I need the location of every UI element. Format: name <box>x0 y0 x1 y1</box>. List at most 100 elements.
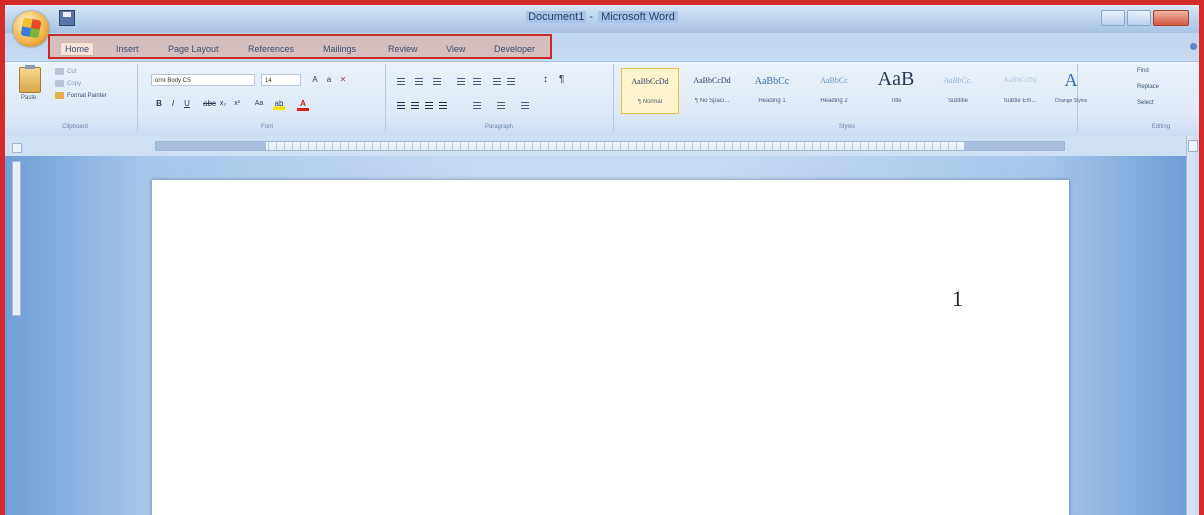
style-preview: AaBbCcDd <box>631 77 669 86</box>
align-left-icon[interactable] <box>395 100 407 110</box>
tab-developer[interactable]: Developer <box>494 44 535 54</box>
ruler-right-margin <box>964 142 1064 150</box>
strikethrough-icon[interactable]: abc <box>203 98 216 110</box>
tab-mailings[interactable]: Mailings <box>323 44 356 54</box>
subscript-icon[interactable]: x₂ <box>217 98 229 110</box>
style-preview: AaBbCc <box>820 76 848 85</box>
bullets-icon[interactable] <box>395 76 407 86</box>
style-caption: Subtitle <box>947 98 968 104</box>
office-button[interactable] <box>13 11 49 47</box>
close-button[interactable] <box>1153 10 1189 26</box>
numbering-icon[interactable] <box>413 76 425 86</box>
copy-label: Copy <box>67 80 82 87</box>
copy-button[interactable]: Copy <box>55 80 81 87</box>
ruler-area <box>5 136 1199 156</box>
show-formatting-marks-icon[interactable] <box>557 74 569 86</box>
style-normal[interactable]: AaBbCcDd ¶ Normal <box>621 68 679 114</box>
style-subtle-emphasis[interactable]: AaBbCcDd Subtle Em... <box>991 68 1049 114</box>
styles-group-label: Styles <box>838 124 856 130</box>
tab-insert[interactable]: Insert <box>116 44 139 54</box>
font-color-icon[interactable]: A <box>297 98 309 111</box>
increase-indent-icon[interactable] <box>471 76 483 86</box>
vertical-ruler[interactable] <box>12 161 21 316</box>
page-number: 1 <box>952 286 963 311</box>
underline-icon[interactable]: U <box>181 98 193 110</box>
tab-references[interactable]: References <box>248 44 294 54</box>
clear-formatting-icon[interactable]: ✕ <box>337 74 349 86</box>
cut-button[interactable]: Cut <box>55 68 76 75</box>
title-bar: Document1 - Microsoft Word <box>5 5 1199 33</box>
style-preview: AaBbCcDd <box>693 76 731 85</box>
shading-icon[interactable] <box>495 100 507 110</box>
window-controls <box>1101 10 1189 26</box>
tab-review[interactable]: Review <box>388 44 418 54</box>
help-icon[interactable] <box>1190 43 1197 50</box>
decrease-indent-icon[interactable] <box>455 76 467 86</box>
style-no-spacing[interactable]: AaBbCcDd ¶ No Spaci... <box>683 68 741 114</box>
maximize-button[interactable] <box>1127 10 1151 26</box>
align-right-icon[interactable] <box>423 100 435 110</box>
highlight-icon[interactable]: ab <box>273 98 285 110</box>
style-subtitle[interactable]: AaBbCc. Subtitle <box>929 68 987 114</box>
font-size-dropdown[interactable]: 14 <box>261 74 301 86</box>
clipboard-group: Paste Cut Copy Format Painter Clipboard <box>13 64 138 132</box>
application-name: Microsoft Word <box>598 11 678 23</box>
line-spacing-icon[interactable] <box>471 100 483 110</box>
align-center-icon[interactable] <box>409 100 421 110</box>
copy-icon <box>55 80 64 87</box>
style-caption: ¶ No Spaci... <box>694 98 730 104</box>
title-separator: - <box>586 11 597 23</box>
style-title[interactable]: AaB Title <box>867 68 925 114</box>
tab-home[interactable]: Home <box>60 42 95 56</box>
grow-font-icon[interactable]: A <box>309 74 321 86</box>
tab-page-layout[interactable]: Page Layout <box>168 44 219 54</box>
tab-selector-icon[interactable] <box>12 143 22 153</box>
style-heading-2[interactable]: AaBbCc Heading 2 <box>805 68 863 114</box>
change-styles-button[interactable]: A Change Styles <box>1053 66 1089 122</box>
minimize-button[interactable] <box>1101 10 1125 26</box>
ruler-left-margin <box>156 142 266 150</box>
style-preview: AaB <box>877 68 915 90</box>
editing-group-label: Editing <box>1151 124 1171 130</box>
change-case-icon[interactable]: Aa <box>251 98 267 110</box>
tab-view[interactable]: View <box>446 44 465 54</box>
document-page[interactable]: 1 <box>152 180 1069 515</box>
format-painter-button[interactable]: Format Painter <box>55 92 107 99</box>
word-window: Document1 - Microsoft Word Home Insert P… <box>0 0 1204 515</box>
justify-icon[interactable] <box>437 100 449 110</box>
style-preview: AaBbCcDd <box>1003 76 1037 84</box>
replace-button[interactable]: Replace <box>1137 84 1159 90</box>
style-caption: Heading 2 <box>820 98 848 104</box>
paste-button-label[interactable]: Paste <box>21 95 36 101</box>
vertical-scrollbar[interactable] <box>1186 136 1199 515</box>
horizontal-ruler[interactable] <box>155 141 1065 151</box>
select-button[interactable]: Select <box>1137 100 1154 106</box>
paintbrush-icon <box>55 92 64 99</box>
window-title: Document1 - Microsoft Word <box>5 11 1199 23</box>
ruler-toggle-icon[interactable] <box>1188 140 1198 152</box>
sort-icon[interactable] <box>541 74 553 86</box>
multilevel-list-icon[interactable] <box>431 76 443 86</box>
style-heading-1[interactable]: AaBbCc Heading 1 <box>743 68 801 114</box>
ribbon-tab-strip: Home Insert Page Layout References Maili… <box>5 33 1199 61</box>
font-group: ornr Body CS 14 A a ✕ B I U abc x₂ x² Aa… <box>149 64 386 132</box>
find-button[interactable]: Find <box>1137 68 1149 74</box>
style-caption: ¶ Normal <box>637 99 663 105</box>
clipboard-group-label: Clipboard <box>62 124 88 130</box>
bold-icon[interactable]: B <box>153 98 165 110</box>
borders-icon[interactable] <box>519 100 531 110</box>
ribbon: Paste Cut Copy Format Painter Clipboard … <box>5 61 1199 137</box>
right-to-left-icon[interactable] <box>491 76 503 86</box>
style-caption: Subtle Em... <box>1003 98 1037 104</box>
change-styles-label: Change Styles <box>1054 98 1088 104</box>
font-name-dropdown[interactable]: ornr Body CS <box>151 74 255 86</box>
scissors-icon <box>55 68 64 75</box>
style-caption: Heading 1 <box>758 98 786 104</box>
style-preview: AaBbCc <box>754 76 790 87</box>
paste-icon[interactable] <box>19 65 41 93</box>
left-to-right-icon[interactable] <box>505 76 517 86</box>
cut-label: Cut <box>67 68 77 75</box>
italic-icon[interactable]: I <box>167 98 179 110</box>
superscript-icon[interactable]: x² <box>231 98 243 110</box>
shrink-font-icon[interactable]: a <box>323 74 335 86</box>
